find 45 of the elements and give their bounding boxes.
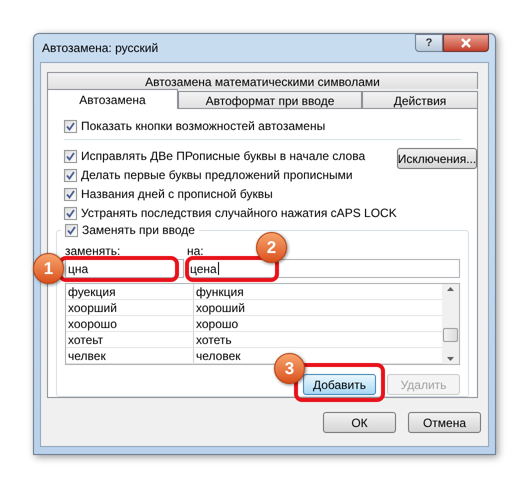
checkbox[interactable] [64, 150, 77, 162]
checkbox[interactable] [64, 206, 77, 220]
table-cell-text: человек [195, 348, 241, 363]
close-icon [460, 38, 472, 48]
checkbox-label: Устранять последствия случайного нажатия cAPS LOCK [81, 205, 397, 222]
checkmark-icon [66, 170, 75, 180]
down-arrow-icon [447, 357, 454, 361]
table-cell: хоорошо [66, 316, 194, 331]
checkbox[interactable] [64, 120, 77, 132]
checkbox[interactable] [64, 188, 77, 200]
checkbox[interactable] [64, 168, 77, 182]
tab[interactable]: Автозамена математическими символами [47, 72, 478, 89]
checkbox-label: Делать первые буквы предложений прописными [81, 167, 353, 184]
window-title: Автозамена: русский [41, 40, 158, 57]
scrollbar-thumb[interactable] [443, 328, 458, 342]
dialog-button[interactable]: Отмена [408, 412, 481, 433]
input-field[interactable]: цна [65, 259, 184, 278]
tab[interactable]: Автоформат при вводе [178, 91, 362, 109]
checkbox-label: Заменять при вводе [82, 222, 195, 239]
table-cell: хотеьт [66, 332, 194, 347]
tab[interactable]: Действия [362, 91, 478, 109]
table-cell-text: функция [195, 284, 244, 299]
table-cell: фуекция [66, 284, 194, 299]
dialog-button[interactable]: Добавить [303, 374, 376, 395]
checkmark-icon [66, 122, 75, 130]
up-arrow-icon [447, 287, 454, 291]
tab[interactable]: Автозамена [47, 89, 178, 109]
checkbox-label: Названия дней с прописной буквы [81, 186, 273, 203]
help-button[interactable]: ? [415, 34, 443, 52]
field-label: заменять: [65, 243, 122, 260]
dialog-button[interactable]: Исключения... [396, 148, 478, 169]
checkmark-icon [66, 152, 75, 160]
checkmark-icon [66, 190, 75, 198]
checkbox-label: Исправлять ДВе ПРописные буквы в начале слова [81, 148, 366, 165]
table-cell-text: хорошо [195, 316, 238, 331]
checkbox-label: Показать кнопки возможностей автозамены [81, 118, 326, 135]
table-cell-text: хотеть [195, 332, 232, 347]
table-cell-text: хороший [195, 300, 245, 315]
checkbox[interactable] [65, 224, 78, 236]
dialog-button[interactable]: ОК [323, 412, 396, 433]
table-cell: хоорший [66, 300, 194, 315]
scrollbar[interactable] [442, 284, 459, 364]
table-cell: челвек [66, 348, 194, 363]
field-label: на: [187, 243, 204, 260]
close-button[interactable] [443, 34, 489, 52]
